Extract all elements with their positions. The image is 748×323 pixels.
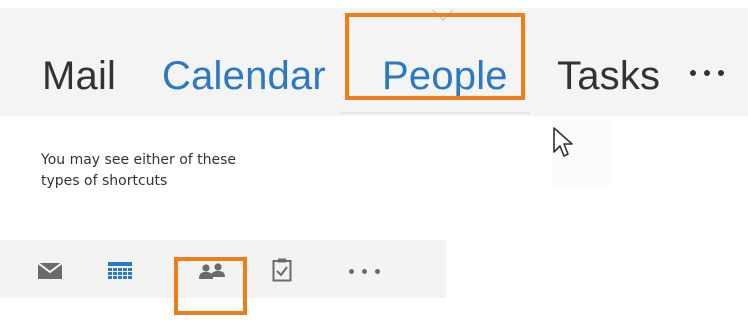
mouse-pointer-icon	[553, 127, 573, 157]
more-dot	[375, 269, 380, 274]
shortcuts-note: You may see either of these types of sho…	[41, 150, 341, 192]
nav-calendar[interactable]: Calendar	[162, 48, 326, 104]
shortcut-mail[interactable]	[38, 240, 62, 298]
shortcut-bar	[0, 240, 446, 298]
mail-envelope-icon	[38, 263, 62, 279]
top-navigation-bar: Mail Calendar People Tasks	[0, 8, 748, 116]
caret-down-icon	[432, 9, 454, 22]
more-dot	[349, 269, 354, 274]
more-dot	[718, 70, 724, 76]
nav-mail[interactable]: Mail	[42, 48, 116, 104]
note-line-2: types of shortcuts	[41, 173, 168, 189]
tasks-clipboard-icon	[272, 258, 292, 282]
more-dot	[362, 269, 367, 274]
nav-more-button[interactable]	[690, 68, 726, 78]
shortcut-calendar[interactable]	[108, 240, 132, 298]
shortcut-more[interactable]	[347, 240, 383, 298]
nav-people[interactable]: People	[382, 48, 508, 104]
nav-tasks[interactable]: Tasks	[557, 48, 660, 104]
more-dot	[704, 70, 710, 76]
shortcut-people[interactable]	[185, 240, 239, 298]
more-dot	[690, 70, 696, 76]
note-line-1: You may see either of these	[41, 152, 237, 168]
cursor-area	[552, 120, 612, 186]
calendar-grid-icon	[108, 262, 132, 279]
shortcut-tasks[interactable]	[270, 240, 294, 298]
people-underline	[340, 112, 530, 114]
people-icon	[199, 263, 225, 279]
